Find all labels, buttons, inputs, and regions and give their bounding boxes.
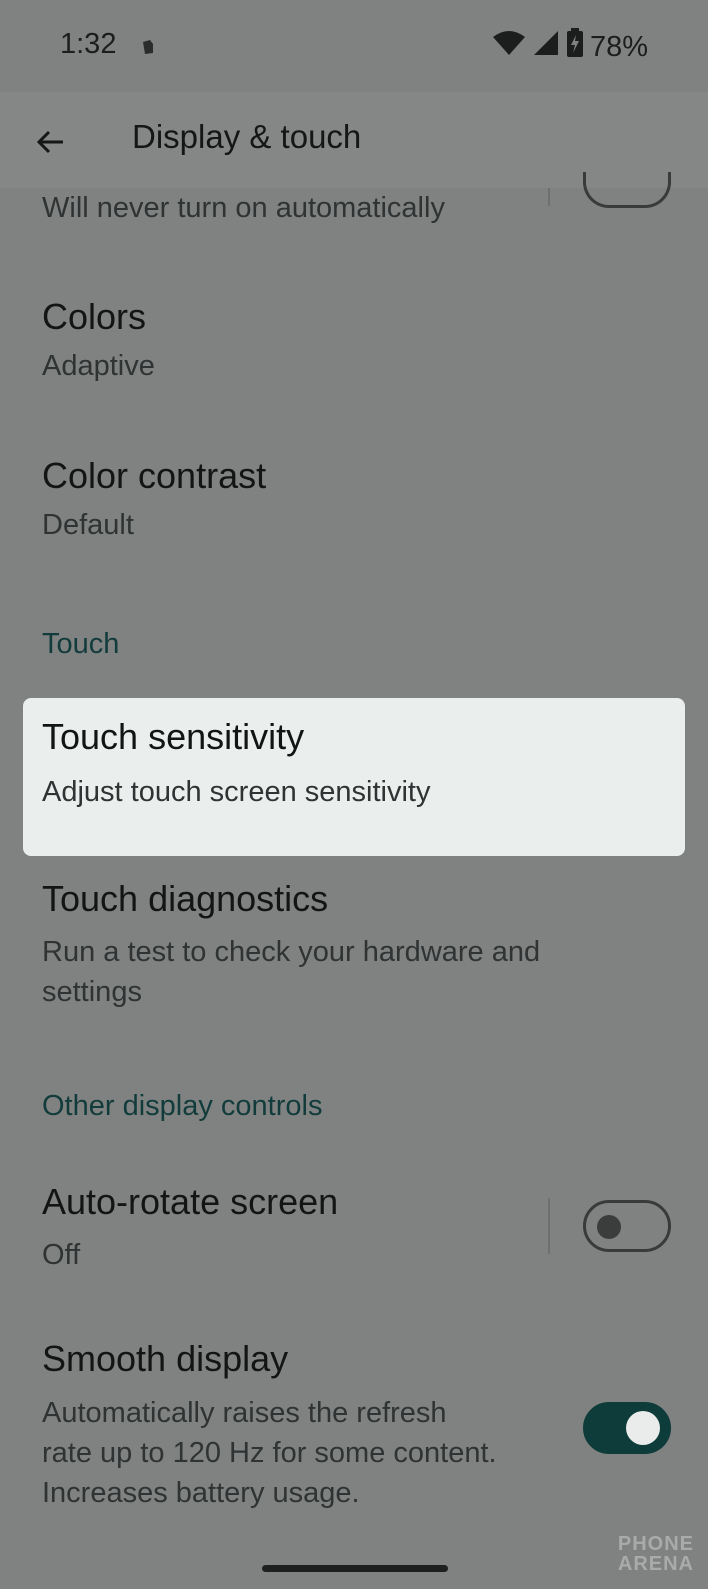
wifi-icon xyxy=(492,30,526,64)
watermark: PHONE ARENA xyxy=(618,1534,694,1574)
back-arrow-icon xyxy=(36,130,63,154)
colors-title: Colors xyxy=(42,296,147,337)
auto-rotate-title: Auto-rotate screen xyxy=(42,1181,339,1222)
status-icons: 78% xyxy=(492,28,648,66)
toggle-knob xyxy=(626,1411,660,1445)
back-button[interactable] xyxy=(22,114,78,170)
smooth-display-subtitle-line3: Increases battery usage. xyxy=(42,1477,360,1509)
section-header-other-display-controls: Other display controls xyxy=(42,1090,323,1122)
touch-diagnostics-subtitle-line2: settings xyxy=(42,976,142,1008)
watermark-line1: PHONE xyxy=(617,1533,694,1555)
notification-icon xyxy=(140,38,156,61)
battery-percent: 78% xyxy=(589,30,648,63)
colors-subtitle: Adaptive xyxy=(42,350,155,382)
color-contrast-subtitle: Default xyxy=(42,509,134,541)
touch-diagnostics-title: Touch diagnostics xyxy=(42,878,329,919)
cell-signal-icon xyxy=(532,30,560,64)
smooth-display-subtitle-line1: Automatically raises the refresh xyxy=(42,1397,447,1429)
touch-diagnostics-subtitle-line1: Run a test to check your hardware and xyxy=(42,936,541,968)
smooth-display-toggle[interactable] xyxy=(583,1402,671,1454)
smooth-display-subtitle-line2: rate up to 120 Hz for some content. xyxy=(42,1437,497,1469)
touch-sensitivity-title: Touch sensitivity xyxy=(42,716,305,757)
toggle-knob xyxy=(597,1215,621,1239)
auto-rotate-divider xyxy=(548,1198,550,1254)
touch-sensitivity-subtitle: Adjust touch screen sensitivity xyxy=(42,776,431,808)
partial-item-subtitle: Will never turn on automatically xyxy=(42,192,445,224)
battery-charging-icon xyxy=(566,28,584,66)
watermark-line2: ARENA xyxy=(617,1553,694,1575)
section-header-touch: Touch xyxy=(42,628,120,660)
partial-item-toggle[interactable] xyxy=(583,172,671,208)
gesture-nav-handle[interactable] xyxy=(262,1565,448,1572)
auto-rotate-item[interactable] xyxy=(0,1160,548,1290)
page-title: Display & touch xyxy=(132,118,362,155)
status-time: 1:32 xyxy=(60,28,117,60)
auto-rotate-subtitle: Off xyxy=(42,1239,81,1271)
smooth-display-title: Smooth display xyxy=(42,1338,289,1379)
auto-rotate-toggle[interactable] xyxy=(583,1200,671,1252)
partial-item-divider xyxy=(548,188,550,206)
color-contrast-title: Color contrast xyxy=(42,455,267,496)
